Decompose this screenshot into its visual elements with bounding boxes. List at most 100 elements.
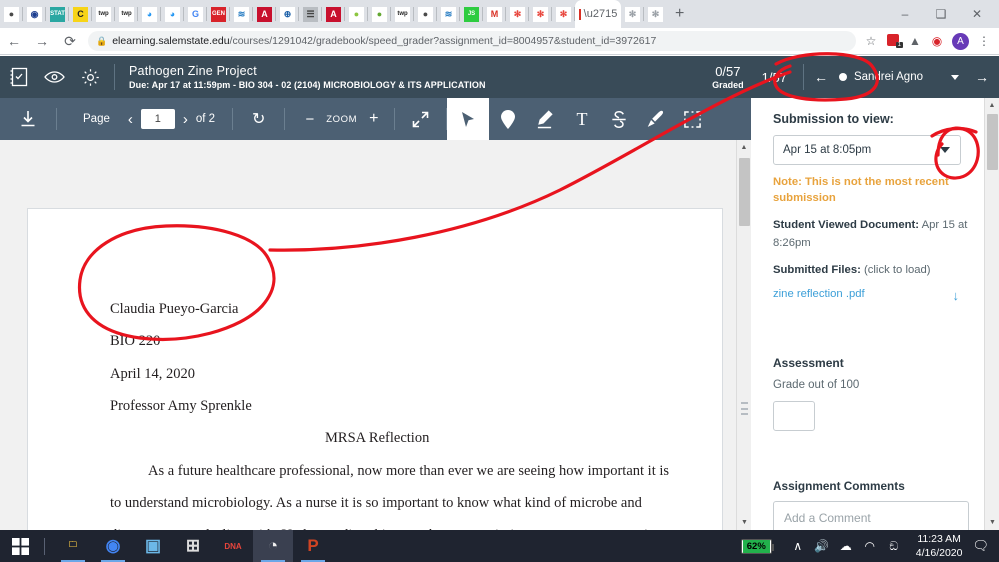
browser-tab[interactable]: ● xyxy=(414,0,437,28)
browser-tab[interactable]: ✻ xyxy=(506,0,529,28)
chrome-menu-icon[interactable]: ⋮ xyxy=(973,34,995,48)
browser-tab[interactable]: ≋ xyxy=(437,0,460,28)
page-number-input[interactable]: 1 xyxy=(141,98,175,140)
download-icon[interactable] xyxy=(0,98,56,140)
browser-tab[interactable]: JS xyxy=(460,0,483,28)
browser-tab[interactable]: ● xyxy=(345,0,368,28)
browser-tab[interactable]: twp xyxy=(391,0,414,28)
gear-icon[interactable] xyxy=(81,68,100,87)
minimize-button[interactable]: – xyxy=(887,7,923,21)
prev-student-icon[interactable]: ← xyxy=(810,69,832,85)
prev-page-button[interactable]: ‹ xyxy=(120,98,141,140)
zoom-out-button[interactable]: − xyxy=(285,98,326,140)
scrollbar-thumb[interactable] xyxy=(739,158,750,226)
taskbar-calculator[interactable]: ⊞ xyxy=(173,530,213,562)
new-tab-button[interactable]: + xyxy=(667,5,692,23)
taskbar-file-explorer[interactable]: 🗀 xyxy=(53,530,93,562)
browser-tab[interactable]: ● xyxy=(368,0,391,28)
volume-icon[interactable]: 🔊 xyxy=(810,539,834,553)
browser-tab[interactable]: twp xyxy=(115,0,138,28)
browser-tab[interactable]: ◕ xyxy=(138,0,161,28)
window-close-button[interactable]: ✕ xyxy=(959,7,995,21)
browser-tab[interactable]: ✻ xyxy=(644,0,667,28)
browser-tab[interactable]: ≋ xyxy=(230,0,253,28)
comment-input[interactable]: Add a Comment xyxy=(773,501,969,530)
wifi-icon[interactable]: ◠ xyxy=(858,539,882,553)
area-select-tool[interactable] xyxy=(674,98,711,140)
bluetooth-icon[interactable]: ඞ xyxy=(882,539,906,554)
next-student-icon[interactable]: → xyxy=(975,69,989,85)
swirl-icon: ≋ xyxy=(234,7,249,22)
browser-tab[interactable]: C xyxy=(69,0,92,28)
chevron-down-icon[interactable] xyxy=(951,75,959,80)
google-drive-icon[interactable]: ▲ xyxy=(904,34,926,48)
next-page-button[interactable]: › xyxy=(175,98,196,140)
address-bar[interactable]: 🔒 elearning.salemstate.edu/courses/12910… xyxy=(88,31,856,51)
cursor-tool[interactable] xyxy=(447,98,489,140)
avatar[interactable]: A xyxy=(952,33,969,50)
taskbar-weather-app[interactable]: ▣ xyxy=(133,530,173,562)
browser-tab[interactable]: ⊕ xyxy=(276,0,299,28)
header-divider-2 xyxy=(803,64,804,90)
document-line: April 14, 2020 xyxy=(110,366,195,383)
rotate-icon[interactable]: ↻ xyxy=(233,98,284,140)
browser-tab[interactable]: G xyxy=(184,0,207,28)
scroll-up-icon[interactable]: ▲ xyxy=(737,140,751,155)
browser-tab[interactable]: A xyxy=(322,0,345,28)
show-hidden-icons[interactable]: ∧ xyxy=(786,539,810,553)
back-icon[interactable]: ← xyxy=(0,33,28,49)
gradebook-icon[interactable] xyxy=(9,67,28,87)
browser-tab[interactable]: twp xyxy=(92,0,115,28)
browser-tab[interactable]: ✻ xyxy=(552,0,575,28)
panel-scrollbar-thumb[interactable] xyxy=(987,114,998,170)
clock[interactable]: 11:23 AM 4/16/2020 xyxy=(906,532,973,560)
eye-icon[interactable] xyxy=(44,70,65,84)
strikeout-tool[interactable] xyxy=(600,98,637,140)
panel-scrollbar[interactable]: ▲ ▼ xyxy=(984,98,999,530)
document-scrollbar[interactable]: ▲ ▼ xyxy=(736,140,751,530)
document-viewer[interactable]: Claudia Pueyo-GarciaBIO 220April 14, 202… xyxy=(0,140,751,530)
battery-indicator[interactable]: 62% xyxy=(741,539,772,554)
browser-tab[interactable]: ● xyxy=(0,0,23,28)
browser-tab[interactable]: A xyxy=(253,0,276,28)
maximize-button[interactable]: ❑ xyxy=(923,7,959,21)
submitted-file-link[interactable]: zine reflection .pdf xyxy=(773,288,865,300)
download-file-icon[interactable]: ↓ xyxy=(953,288,970,303)
browser-tab[interactable]: STAT xyxy=(46,0,69,28)
browser-tab[interactable]: ◕ xyxy=(161,0,184,28)
pin-comment-tool[interactable] xyxy=(489,98,526,140)
browser-tab[interactable]: M xyxy=(483,0,506,28)
reload-icon[interactable]: ⟳ xyxy=(56,33,84,50)
highlighter-tool[interactable] xyxy=(526,98,563,140)
fullscreen-icon[interactable] xyxy=(395,98,446,140)
taskbar-dna-app[interactable]: DNA xyxy=(213,530,253,562)
student-selector[interactable]: Sandrei Agno xyxy=(832,71,923,83)
forward-icon[interactable]: → xyxy=(28,33,56,49)
onedrive-icon[interactable]: ☁ xyxy=(834,539,858,553)
grade-input[interactable] xyxy=(773,401,815,431)
panel-scroll-down-icon[interactable]: ▼ xyxy=(985,515,999,530)
taskbar-powerpoint[interactable]: P xyxy=(293,530,333,562)
notification-icon[interactable]: 🗨 xyxy=(972,538,999,554)
document-line: Claudia Pueyo-Garcia xyxy=(110,301,238,318)
taskbar-paint-app[interactable]: ◔ xyxy=(253,530,293,562)
browser-tab[interactable]: ◉ xyxy=(23,0,46,28)
browser-tab[interactable]: ✻ xyxy=(621,0,644,28)
taskbar-google-chrome[interactable]: ◉ xyxy=(93,530,133,562)
browser-tab[interactable]: ✻ xyxy=(529,0,552,28)
opera-extension-icon[interactable]: ◉ xyxy=(926,34,948,48)
freehand-draw-tool[interactable] xyxy=(637,98,674,140)
submission-select[interactable]: Apr 15 at 8:05pm xyxy=(773,135,961,165)
close-icon[interactable]: \u2715 xyxy=(584,8,618,20)
scroll-down-icon[interactable]: ▼ xyxy=(737,515,751,530)
active-tab[interactable]: \u2715 xyxy=(575,0,621,28)
browser-tab[interactable]: GEN xyxy=(207,0,230,28)
extension-red-icon[interactable]: 1 xyxy=(882,34,904,49)
bookmark-star-icon[interactable]: ☆ xyxy=(860,34,882,48)
zoom-in-button[interactable]: + xyxy=(357,98,394,140)
text-tool[interactable]: T xyxy=(563,98,600,140)
panel-scroll-up-icon[interactable]: ▲ xyxy=(985,98,999,113)
tray-icon-group: ∧🔊☁◠ඞ xyxy=(786,539,906,554)
browser-tab[interactable]: ☰ xyxy=(299,0,322,28)
start-icon[interactable] xyxy=(0,530,40,562)
